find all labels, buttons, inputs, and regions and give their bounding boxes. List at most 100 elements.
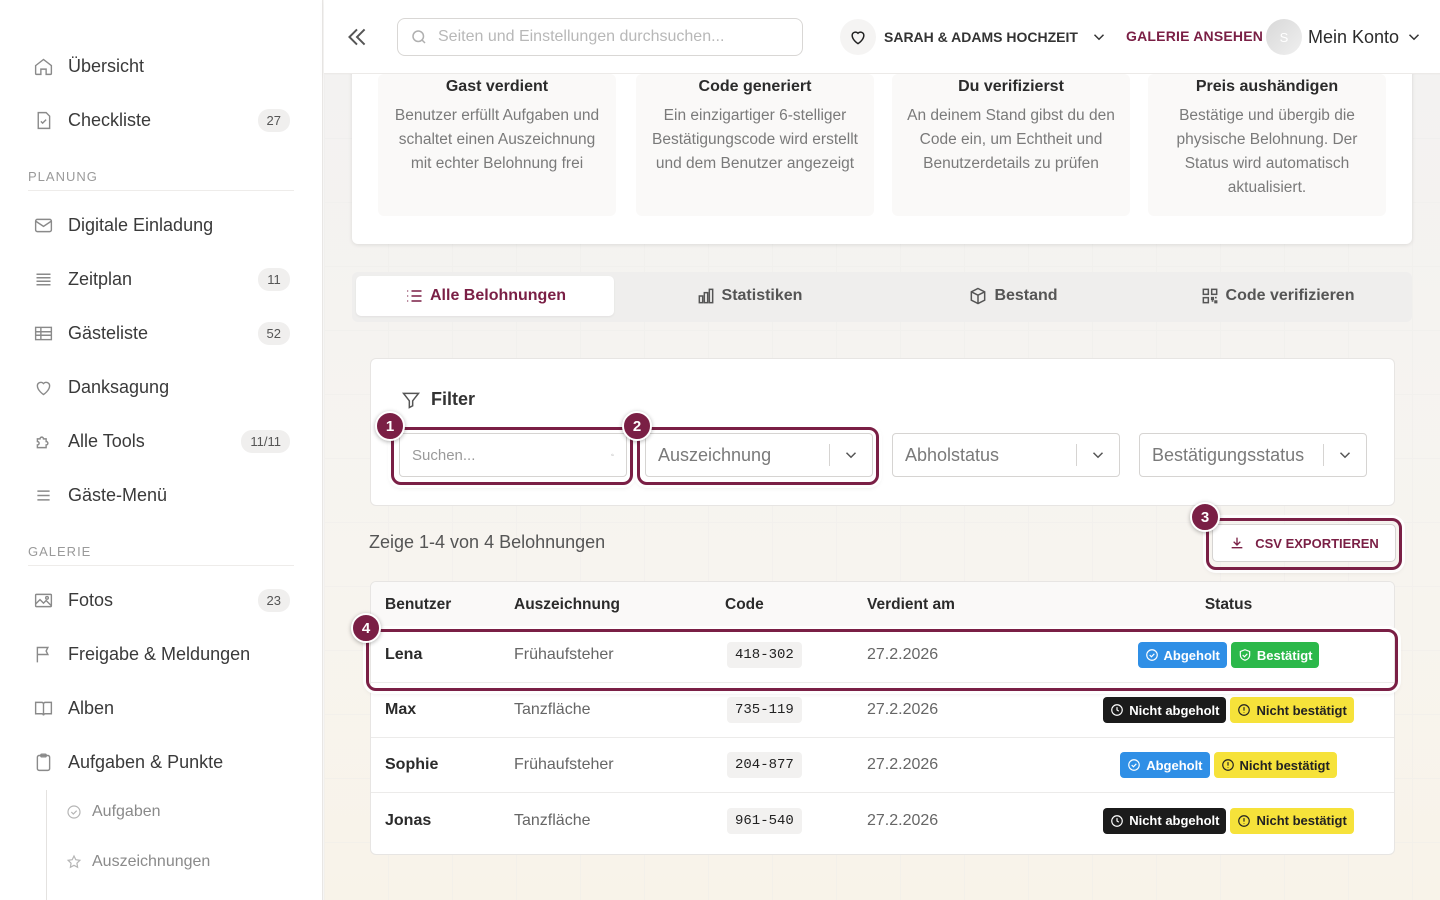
tab-verify-code[interactable]: Code verifizieren	[1148, 276, 1406, 316]
status-badge-label: Abgeholt	[1163, 647, 1220, 663]
cell-code: 418-302	[727, 642, 802, 668]
table-row[interactable]: Jonas Tanzfläche 961-540 27.2.2026 Nicht…	[371, 793, 1394, 848]
tab-all-rewards[interactable]: Alle Belohnungen	[356, 276, 614, 316]
sidebar-item-label: Digitale Einladung	[68, 214, 214, 235]
sidebar-item-invitation[interactable]: Digitale Einladung	[32, 205, 290, 245]
chevron-down-icon	[1092, 452, 1104, 459]
callout-marker: 3	[1190, 502, 1220, 532]
confirmation-status-select[interactable]: Bestätigungsstatus	[1139, 433, 1367, 477]
view-gallery-link[interactable]: GALERIE ANSEHEN	[1126, 28, 1263, 44]
collapse-sidebar-icon[interactable]	[344, 24, 370, 50]
cell-award: Frühaufsteher	[514, 756, 614, 773]
step-desc: Bestätige und übergib die physische Belo…	[1176, 107, 1358, 196]
award-select[interactable]: Auszeichnung	[645, 433, 873, 477]
status-badge: Bestätigt	[1230, 642, 1320, 668]
sidebar-item-photos[interactable]: Fotos 23	[32, 580, 290, 620]
sidebar-item-guest-menu[interactable]: Gäste-Menü	[32, 475, 290, 515]
table-row[interactable]: Lena Frühaufsteher 418-302 27.2.2026 Abg…	[371, 628, 1394, 683]
sidebar-subitem-label: Aufgaben	[92, 803, 161, 820]
filter-search[interactable]	[399, 433, 627, 477]
step-title: Preis aushändigen	[1195, 78, 1339, 95]
alert-circle-icon	[1238, 814, 1251, 827]
flag-icon	[32, 643, 54, 665]
table-row[interactable]: Sophie Frühaufsteher 204-877 27.2.2026 A…	[371, 738, 1394, 793]
image-icon	[32, 589, 54, 611]
column-header[interactable]: Benutzer	[371, 596, 500, 614]
puzzle-icon	[32, 430, 54, 452]
cell-date: 27.2.2026	[867, 756, 939, 773]
column-header[interactable]: Code	[725, 596, 853, 614]
sidebar-item-albums[interactable]: Alben	[32, 688, 290, 728]
count-badge: 11/11	[241, 429, 290, 453]
status-badge: Nicht bestätigt	[1230, 807, 1354, 834]
timeline-icon	[32, 268, 54, 290]
rewards-tabs: Alle Belohnungen Statistiken Bestand Cod…	[352, 272, 1412, 322]
filter-card: Filter Auszeichnung Abholstatus Bestätig…	[370, 358, 1395, 506]
cell-date: 27.2.2026	[867, 811, 939, 829]
global-search[interactable]	[397, 18, 803, 56]
event-switcher[interactable]: SARAH & ADAMS HOCHZEIT	[840, 18, 1108, 56]
submenu-line	[46, 790, 47, 900]
check-circle-icon	[66, 804, 82, 820]
mail-icon	[32, 214, 54, 236]
sidebar-item-moderation[interactable]: Freigabe & Meldungen	[32, 634, 290, 674]
search-icon	[412, 30, 426, 44]
count-badge: 11	[258, 267, 290, 291]
chevron-down-icon	[1093, 34, 1104, 41]
select-divider	[1323, 444, 1324, 466]
sidebar-item-label: Zeitplan	[68, 268, 133, 289]
column-header[interactable]: Auszeichnung	[500, 596, 725, 614]
table-header: Benutzer Auszeichnung Code Verdient am S…	[371, 582, 1394, 628]
step-title: Du verifizierst	[958, 78, 1064, 95]
step-desc: An deinem Stand gibst du den Code ein, u…	[907, 107, 1115, 172]
cell-award: Tanzfläche	[514, 701, 591, 718]
sidebar-item-tasks-points[interactable]: Aufgaben & Punkte	[32, 742, 290, 782]
global-search-input[interactable]	[438, 28, 778, 46]
alert-circle-icon	[1221, 759, 1234, 771]
section-label-planning: PLANUNG	[28, 169, 294, 191]
select-value: Bestätigungsstatus	[1152, 444, 1305, 465]
step-desc: Benutzer erfüllt Aufgaben und schaltet e…	[394, 107, 600, 172]
clock-icon	[1111, 814, 1124, 827]
callout-marker: 1	[375, 411, 405, 441]
status-badge: Nicht abgeholt	[1103, 697, 1227, 723]
cell-code: 204-877	[727, 752, 802, 778]
filter-icon	[401, 392, 421, 409]
sidebar-item-label: Alben	[68, 697, 115, 718]
alert-circle-icon	[1238, 704, 1251, 716]
filter-search-input[interactable]	[412, 446, 611, 464]
event-name: SARAH & ADAMS HOCHZEIT	[884, 29, 1078, 45]
sidebar-item-label: Alle Tools	[68, 430, 145, 451]
sidebar-subitem-tasks[interactable]: Aufgaben	[66, 797, 161, 827]
qr-icon	[1202, 288, 1217, 304]
cell-user: Max	[385, 701, 417, 718]
status-badge-label: Nicht bestätigt	[1256, 702, 1347, 718]
sidebar-subitem-awards[interactable]: Auszeichnungen	[66, 847, 210, 877]
callout-marker: 4	[351, 613, 381, 643]
sidebar-item-checklist[interactable]: Checkliste 27	[32, 100, 290, 140]
checklist-icon	[32, 109, 54, 131]
csv-export-button[interactable]: CSV EXPORTIEREN	[1212, 524, 1396, 562]
cell-award: Frühaufsteher	[514, 646, 614, 663]
tab-inventory[interactable]: Bestand	[884, 276, 1142, 316]
account-menu[interactable]: S Mein Konto	[1266, 18, 1423, 56]
table-row[interactable]: Max Tanzfläche 735-119 27.2.2026 Nicht a…	[371, 683, 1394, 738]
shield-check-icon	[1239, 649, 1251, 661]
column-header[interactable]: Verdient am	[853, 596, 1063, 614]
tab-statistics[interactable]: Statistiken	[620, 276, 878, 316]
sidebar-item-guestlist[interactable]: Gästeliste 52	[32, 313, 290, 353]
column-header[interactable]: Status	[1063, 596, 1394, 614]
cell-date: 27.2.2026	[867, 646, 939, 663]
status-badge-label: Nicht bestätigt	[1239, 757, 1330, 773]
heart-icon	[32, 376, 54, 398]
sidebar-item-overview[interactable]: Übersicht	[32, 46, 290, 86]
sidebar-item-schedule[interactable]: Zeitplan 11	[32, 259, 290, 299]
sidebar-item-tools[interactable]: Alle Tools 11/11	[32, 421, 290, 461]
pickup-status-select[interactable]: Abholstatus	[892, 433, 1120, 477]
result-count: Zeige 1-4 von 4 Belohnungen	[369, 532, 606, 552]
sidebar-item-thanks[interactable]: Danksagung	[32, 367, 290, 407]
tab-label: Statistiken	[721, 287, 803, 304]
status-badge: Nicht bestätigt	[1213, 752, 1337, 778]
count-badge: 52	[257, 321, 290, 345]
process-steps-card: Gast verdient Benutzer erfüllt Aufgaben …	[352, 74, 1412, 244]
